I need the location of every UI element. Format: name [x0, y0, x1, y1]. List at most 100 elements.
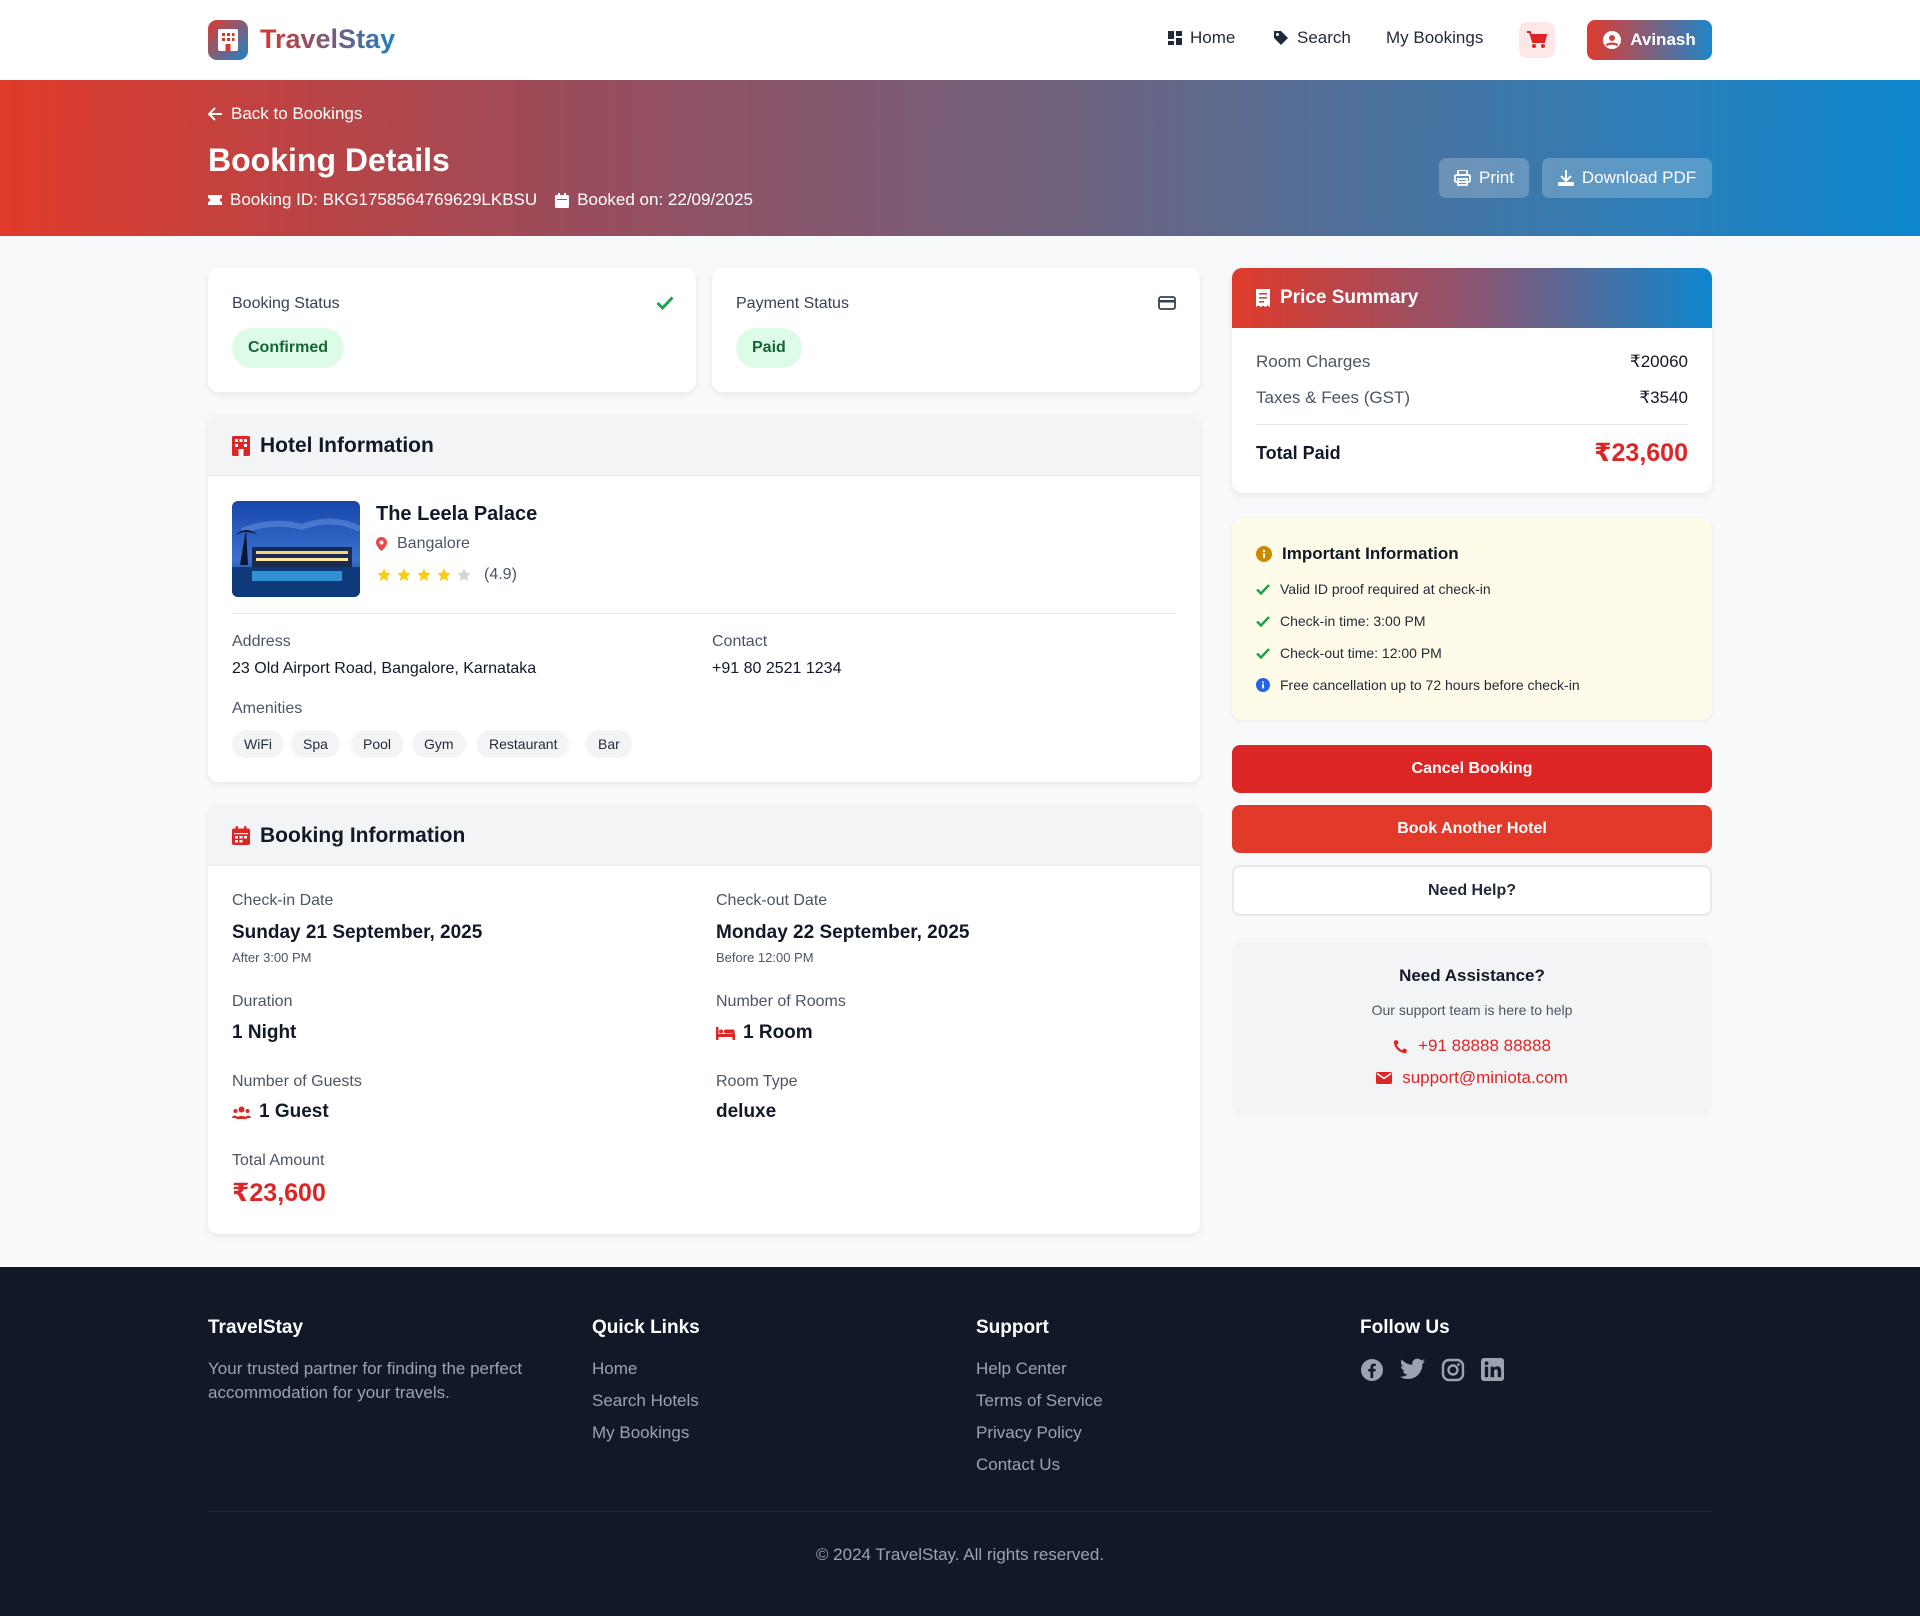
copyright-text: © 2024 TravelStay. All rights reserved. [815, 1545, 1105, 1564]
info-item-text: Check-out time: 12:00 PM [1280, 645, 1442, 661]
follow-us-title: Follow Us [1360, 1317, 1450, 1338]
price-summary-header: Price Summary [1232, 268, 1712, 328]
back-label: Back to Bookings [231, 104, 363, 123]
cancel-booking-button[interactable]: Cancel Booking [1232, 745, 1712, 793]
amenity-chip: Pool [351, 730, 404, 758]
room-type-label: Room Type [716, 1073, 798, 1090]
footer-link-home[interactable]: Home [592, 1359, 637, 1379]
brand-logo-text[interactable]: TravelStay [260, 24, 395, 55]
download-icon [1557, 170, 1574, 186]
hotel-icon[interactable] [208, 20, 248, 60]
booking-status-label: Booking Status [232, 295, 340, 312]
room-charges-value: ₹20060 [1629, 352, 1688, 371]
info-icon [1256, 546, 1272, 562]
rooms-text: 1 Room [743, 1022, 813, 1043]
footer-tagline-line2: accommodation for your travels. [208, 1383, 450, 1402]
map-pin-icon [376, 537, 387, 551]
info-item: Valid ID proof required at check-in [1256, 581, 1491, 597]
footer-link-help-center[interactable]: Help Center [976, 1359, 1067, 1379]
user-name: Avinash [1630, 30, 1696, 49]
total-paid-row: Total Paid ₹23,600 [1256, 438, 1688, 468]
checkin-note: After 3:00 PM [232, 950, 312, 965]
hotel-city: Bangalore [397, 535, 470, 552]
star-empty-icon [457, 568, 471, 582]
credit-card-icon [1158, 296, 1176, 310]
twitter-icon[interactable] [1400, 1358, 1425, 1380]
instagram-icon[interactable] [1441, 1358, 1465, 1382]
calendar-icon [232, 826, 250, 845]
receipt-icon [1256, 289, 1270, 307]
important-information-title: Important Information [1282, 544, 1459, 563]
support-email-link[interactable]: support@miniota.com [1232, 1068, 1712, 1088]
divider [1256, 424, 1688, 425]
price-summary-title: Price Summary [1280, 287, 1419, 308]
user-menu-button[interactable]: Avinash [1587, 20, 1712, 60]
site-footer: TravelStay Your trusted partner for find… [0, 1267, 1920, 1616]
facebook-icon[interactable] [1360, 1358, 1384, 1382]
support-phone: +91 88888 88888 [1418, 1036, 1551, 1055]
important-information-box: Important Information Valid ID proof req… [1232, 518, 1712, 720]
back-to-bookings-link[interactable]: Back to Bookings [208, 104, 362, 124]
check-icon [656, 296, 674, 310]
bed-icon [716, 1026, 735, 1040]
guests-label: Number of Guests [232, 1073, 362, 1090]
top-navbar: TravelStay Home Search My Bookings Avina… [0, 0, 1920, 80]
footer-link-contact[interactable]: Contact Us [976, 1455, 1060, 1475]
hotel-name[interactable]: The Leela Palace [376, 503, 537, 526]
taxes-value: ₹3540 [1639, 388, 1688, 407]
linkedin-icon[interactable] [1481, 1358, 1504, 1381]
hotel-information-card: Hotel Information [208, 416, 1200, 782]
hotel-information-title: Hotel Information [260, 433, 434, 457]
arrow-left-icon [208, 107, 222, 121]
checkout-note: Before 12:00 PM [716, 950, 814, 965]
guests-text: 1 Guest [259, 1101, 329, 1122]
taxes-label: Taxes & Fees (GST) [1256, 388, 1410, 407]
taxes-row: Taxes & Fees (GST) ₹3540 [1256, 388, 1688, 408]
nav-home-link[interactable]: Home [1168, 28, 1235, 48]
footer-link-terms[interactable]: Terms of Service [976, 1391, 1103, 1411]
star-icon [417, 568, 431, 582]
nav-my-bookings-link[interactable]: My Bookings [1386, 28, 1483, 48]
cart-button[interactable] [1519, 22, 1555, 58]
info-item-text: Check-in time: 3:00 PM [1280, 613, 1426, 629]
print-label: Print [1479, 168, 1514, 187]
amenity-chip: Restaurant [477, 730, 570, 758]
download-label: Download PDF [1581, 168, 1697, 187]
amenity-chip: WiFi [232, 730, 284, 758]
booked-on-date: Booked on: 22/09/2025 [577, 190, 753, 209]
info-item: Check-in time: 3:00 PM [1256, 613, 1426, 629]
payment-status-label: Payment Status [736, 295, 849, 312]
star-icon [377, 568, 391, 582]
room-charges-label: Room Charges [1256, 352, 1371, 371]
info-item: Check-out time: 12:00 PM [1256, 645, 1442, 661]
nav-search-link[interactable]: Search [1273, 28, 1351, 48]
print-button[interactable]: Print [1439, 158, 1529, 198]
amenity-chip: Spa [291, 730, 340, 758]
price-summary-card: Price Summary Room Charges ₹20060 Taxes … [1232, 268, 1712, 493]
checkin-date: Sunday 21 September, 2025 [232, 922, 483, 943]
footer-link-search-hotels[interactable]: Search Hotels [592, 1391, 699, 1411]
check-icon [1256, 583, 1270, 595]
total-paid-value: ₹23,600 [1594, 439, 1688, 467]
ticket-icon [208, 195, 222, 205]
footer-brand: TravelStay [208, 1317, 304, 1338]
duration-value: 1 Night [232, 1022, 297, 1043]
need-help-button[interactable]: Need Help? [1232, 865, 1712, 916]
footer-link-privacy[interactable]: Privacy Policy [976, 1423, 1082, 1443]
cart-icon [1527, 31, 1547, 48]
phone-icon [1393, 1039, 1408, 1053]
download-pdf-button[interactable]: Download PDF [1542, 158, 1712, 198]
booking-information-title: Booking Information [260, 823, 466, 847]
amenity-chip: Gym [412, 730, 466, 758]
envelope-icon [1376, 1072, 1393, 1084]
nav-my-bookings-label: My Bookings [1386, 28, 1484, 47]
contact-label: Contact [712, 633, 768, 650]
footer-link-my-bookings[interactable]: My Bookings [592, 1423, 689, 1443]
info-item: Free cancellation up to 72 hours before … [1256, 677, 1580, 693]
book-another-hotel-button[interactable]: Book Another Hotel [1232, 805, 1712, 853]
booking-information-header: Booking Information [208, 806, 1200, 866]
support-phone-link[interactable]: +91 88888 88888 [1232, 1036, 1712, 1056]
user-circle-icon [1603, 31, 1622, 49]
important-information-heading: Important Information [1256, 544, 1459, 564]
star-icon [437, 568, 451, 582]
